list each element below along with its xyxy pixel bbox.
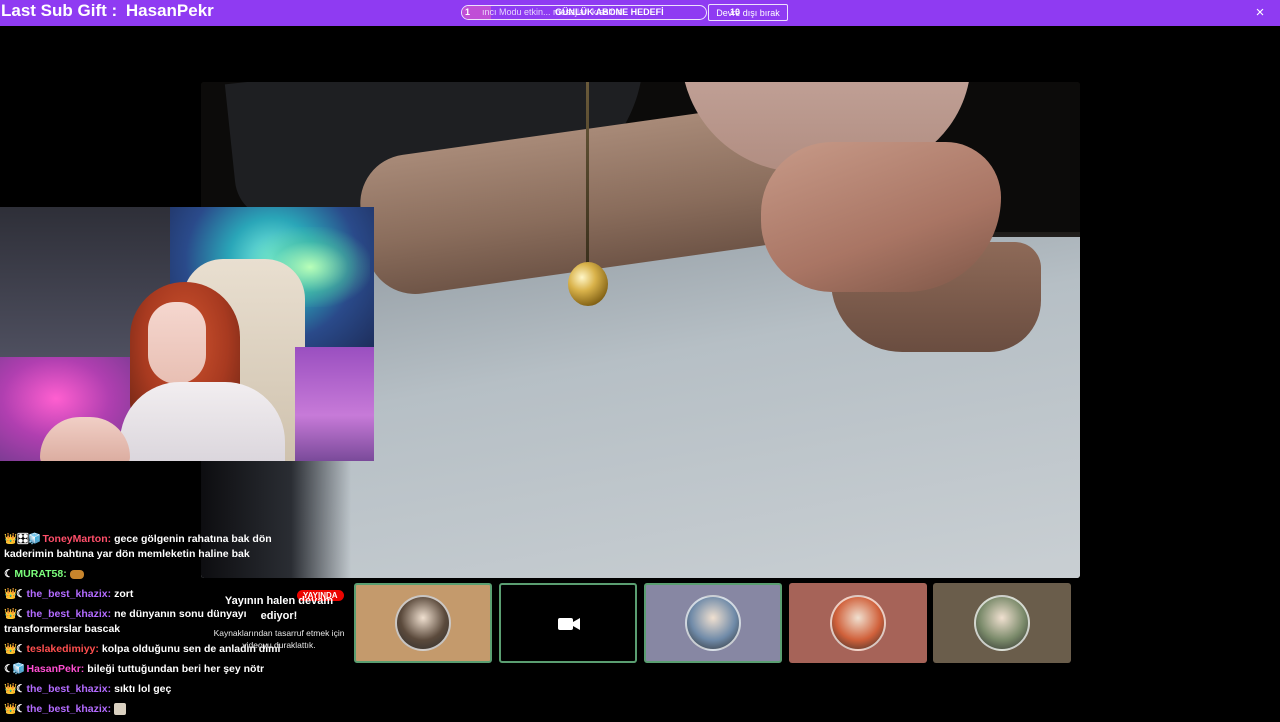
streamer-webcam [0, 207, 374, 461]
chat-username[interactable]: MURAT58: [14, 568, 66, 580]
chat-badges: 👑☾ [4, 643, 25, 655]
chat-username[interactable]: teslakedimiyy: [27, 643, 99, 655]
chat-badges: 👑🎛🧊 [4, 533, 41, 545]
chat-message: ☾🧊 HasanPekr: bileği tuttuğundan beri her … [4, 662, 294, 677]
chat-username[interactable]: the_best_khazix: [27, 608, 112, 620]
video-hand [761, 142, 1001, 292]
chat-message: 👑☾ the_best_khazix: [4, 702, 294, 717]
webcam-shelf [295, 347, 374, 461]
video-paused-notice: Yayının halen devam ediyor! Kaynaklarınd… [208, 594, 350, 651]
last-sub-gift-name: HasanPekr [125, 1, 214, 20]
chat-text: bileği tuttuğundan beri her şey nötr [87, 663, 265, 675]
chat-badges: 👑☾ [4, 683, 25, 695]
participant-tile[interactable] [354, 583, 492, 663]
pendulum-ball [568, 262, 608, 306]
chat-username[interactable]: HasanPekr: [27, 663, 85, 675]
chat-emote [114, 703, 127, 716]
participant-tile[interactable] [933, 583, 1071, 663]
top-banner: Last Sub Gift : HasanPekr 1 ıncı Modu et… [0, 0, 1280, 26]
chat-username[interactable]: ToneyMarton: [42, 533, 111, 545]
chat-username[interactable]: the_best_khazix: [27, 683, 112, 695]
sub-goal-title: GÜNLÜK ABONE HEDEFİ [555, 7, 664, 17]
chat-username[interactable]: the_best_khazix: [27, 588, 112, 600]
webcam-streamer-body [120, 382, 285, 461]
last-sub-gift-label: Last Sub Gift : [1, 1, 118, 20]
sub-goal-target: 10 [730, 7, 741, 17]
chat-text: zort [114, 588, 134, 600]
webcam-streamer-face [148, 302, 206, 384]
participant-avatar [974, 595, 1030, 651]
chat-text: sıktı lol geç [114, 683, 172, 695]
paused-description: Kaynaklarından tasarruf etmek için video… [213, 628, 345, 650]
chat-message: 👑🎛🧊 ToneyMarton: gece gölgenin rahatına ba… [4, 532, 294, 562]
chat-badges: ☾🧊 [4, 663, 25, 675]
chat-badges: 👑☾ [4, 588, 25, 600]
chat-username[interactable]: the_best_khazix: [27, 703, 112, 715]
disable-button[interactable]: Devre dışı bırak [708, 4, 788, 21]
chat-badges: 👑☾ [4, 703, 25, 715]
chat-message: 👑☾ the_best_khazix: sıktı lol geç [4, 682, 294, 697]
participant-avatar [830, 595, 886, 651]
camera-off-icon [558, 618, 580, 630]
chat-emote [69, 569, 84, 579]
participant-avatar [685, 595, 741, 651]
pendulum-string [586, 82, 589, 267]
participant-tile[interactable] [789, 583, 927, 663]
chat-badges: ☾ [4, 568, 13, 580]
participant-tile[interactable] [499, 583, 637, 663]
sub-goal-current: 1 [465, 7, 471, 17]
chat-badges: 👑☾ [4, 608, 25, 620]
close-icon[interactable]: × [1252, 5, 1268, 21]
paused-title: Yayının halen devam ediyor! [224, 595, 334, 622]
chat-message: ☾ MURAT58: [4, 567, 294, 582]
last-sub-gift: Last Sub Gift : HasanPekr [1, 1, 214, 21]
participant-avatar [395, 595, 451, 651]
participant-tile[interactable] [644, 583, 782, 663]
